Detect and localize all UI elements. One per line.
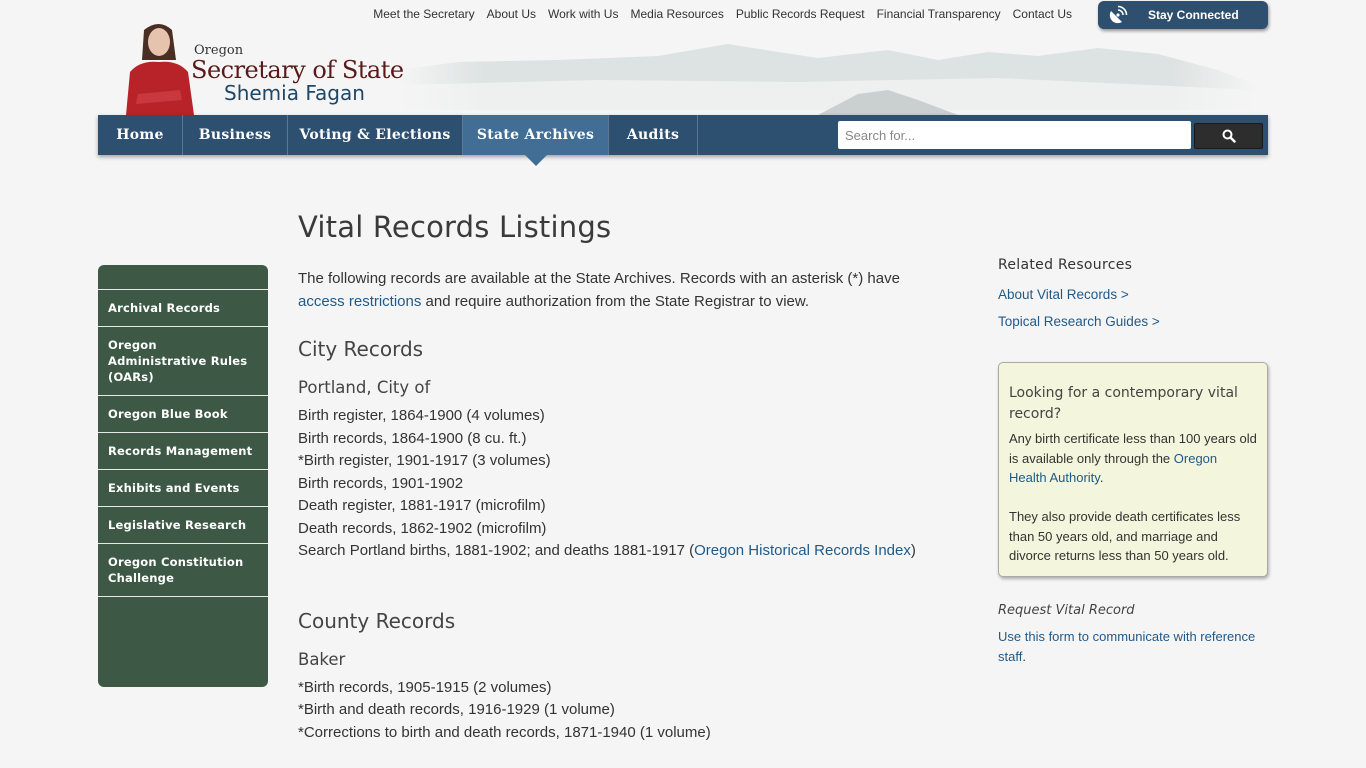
- sidebar-item-archival-records[interactable]: Archival Records: [98, 290, 268, 327]
- county-records-list: *Birth records, 1905-1915 (2 volumes) *B…: [298, 677, 948, 745]
- topical-research-guides-link[interactable]: Topical Research Guides >: [998, 314, 1268, 329]
- callout-paragraph-1: Any birth certificate less than 100 year…: [1009, 429, 1257, 488]
- search-line-after: ): [910, 542, 916, 559]
- record-item: Birth records, 1864-1900 (8 cu. ft.): [298, 429, 527, 447]
- stay-connected-button[interactable]: Stay Connected: [1098, 1, 1268, 29]
- search-line-before: Search Portland births, 1881-1902; and d…: [298, 542, 695, 559]
- request-vital-record-title: Request Vital Record: [998, 603, 1135, 618]
- mountain-banner-image: [398, 30, 1258, 115]
- related-resources: Related Resources About Vital Records > …: [998, 257, 1268, 329]
- related-resources-title: Related Resources: [998, 257, 1133, 273]
- sidebar-item-legislative-research[interactable]: Legislative Research: [98, 507, 268, 544]
- sidebar-item-oregon-administrative-rules[interactable]: Oregon Administrative Rules (OARs): [98, 327, 268, 396]
- access-restrictions-link[interactable]: access restrictions: [298, 293, 421, 310]
- callout-p1-before: Any birth certificate less than 100 year…: [1009, 431, 1257, 466]
- request-vital-record-paragraph: Use this form to communicate with refere…: [998, 627, 1268, 666]
- callout-title: Looking for a contemporary vital record?: [1009, 385, 1238, 422]
- record-item: Birth register, 1864-1900 (4 volumes): [298, 407, 545, 424]
- nav-state-archives[interactable]: State Archives: [463, 115, 609, 166]
- satellite-dish-icon: [1109, 5, 1128, 24]
- page-title: Vital Records Listings: [298, 210, 612, 244]
- sidebar-item-oregon-blue-book[interactable]: Oregon Blue Book: [98, 396, 268, 433]
- record-item: *Corrections to birth and death records,…: [298, 723, 711, 741]
- sidebar-header: [98, 265, 268, 290]
- search-input[interactable]: [838, 121, 1191, 149]
- sidebar-item-oregon-constitution-challenge[interactable]: Oregon Constitution Challenge: [98, 544, 268, 597]
- portland-subheading: Portland, City of: [298, 378, 431, 397]
- util-link-media-resources[interactable]: Media Resources: [630, 7, 723, 21]
- record-item-search: Search Portland births, 1881-1902; and d…: [298, 540, 948, 563]
- oregon-historical-records-index-link[interactable]: Oregon Historical Records Index: [694, 542, 911, 559]
- logo-official-name: Shemia Fagan: [224, 81, 365, 105]
- record-item: *Birth and death records, 1916-1929 (1 v…: [298, 701, 615, 718]
- util-link-work-with-us[interactable]: Work with Us: [548, 7, 618, 21]
- request-after: .: [1022, 648, 1026, 664]
- search-button[interactable]: [1194, 123, 1263, 149]
- intro-paragraph: The following records are available at t…: [298, 267, 948, 313]
- util-link-about-us[interactable]: About Us: [487, 7, 536, 21]
- request-form-link[interactable]: Use this form to communicate with refere…: [998, 629, 1255, 664]
- contemporary-record-callout: Looking for a contemporary vital record?…: [998, 362, 1268, 577]
- nav-audits[interactable]: Audits: [609, 115, 698, 155]
- util-link-public-records-request[interactable]: Public Records Request: [736, 7, 865, 21]
- util-link-contact-us[interactable]: Contact Us: [1013, 7, 1072, 21]
- logo-office: Secretary of State: [191, 56, 404, 84]
- callout-p1-after: .: [1099, 470, 1104, 485]
- utility-nav: Meet the Secretary About Us Work with Us…: [361, 7, 1072, 21]
- nav-home[interactable]: Home: [98, 115, 183, 155]
- city-records-heading: City Records: [298, 337, 424, 361]
- record-item: *Birth register, 1901-1917 (3 volumes): [298, 452, 551, 469]
- nav-business[interactable]: Business: [183, 115, 288, 155]
- sidebar: Archival Records Oregon Administrative R…: [98, 265, 268, 687]
- stay-connected-label: Stay Connected: [1148, 8, 1239, 22]
- record-item: Death register, 1881-1917 (microfilm): [298, 497, 546, 514]
- sidebar-item-exhibits-and-events[interactable]: Exhibits and Events: [98, 470, 268, 507]
- util-link-meet-the-secretary[interactable]: Meet the Secretary: [373, 7, 474, 21]
- search-icon: [1222, 129, 1236, 143]
- callout-paragraph-2: They also provide death certificates les…: [1009, 509, 1241, 563]
- record-item: Birth records, 1901-1902: [298, 474, 464, 492]
- intro-text-before: The following records are available at t…: [298, 270, 900, 287]
- county-records-heading: County Records: [298, 608, 456, 633]
- nav-voting-elections[interactable]: Voting & Elections: [288, 115, 463, 155]
- city-records-list: Birth register, 1864-1900 (4 volumes) Bi…: [298, 405, 948, 563]
- record-item: Death records, 1862-1902 (microfilm): [298, 519, 547, 537]
- secretary-portrait: [126, 24, 194, 115]
- main-content: Vital Records Listings The following rec…: [298, 210, 948, 744]
- about-vital-records-link[interactable]: About Vital Records >: [998, 287, 1268, 302]
- util-link-financial-transparency[interactable]: Financial Transparency: [877, 7, 1001, 21]
- record-item: *Birth records, 1905-1915 (2 volumes): [298, 678, 552, 696]
- sidebar-item-records-management[interactable]: Records Management: [98, 433, 268, 470]
- intro-text-after: and require authorization from the State…: [421, 293, 810, 310]
- baker-subheading: Baker: [298, 649, 346, 669]
